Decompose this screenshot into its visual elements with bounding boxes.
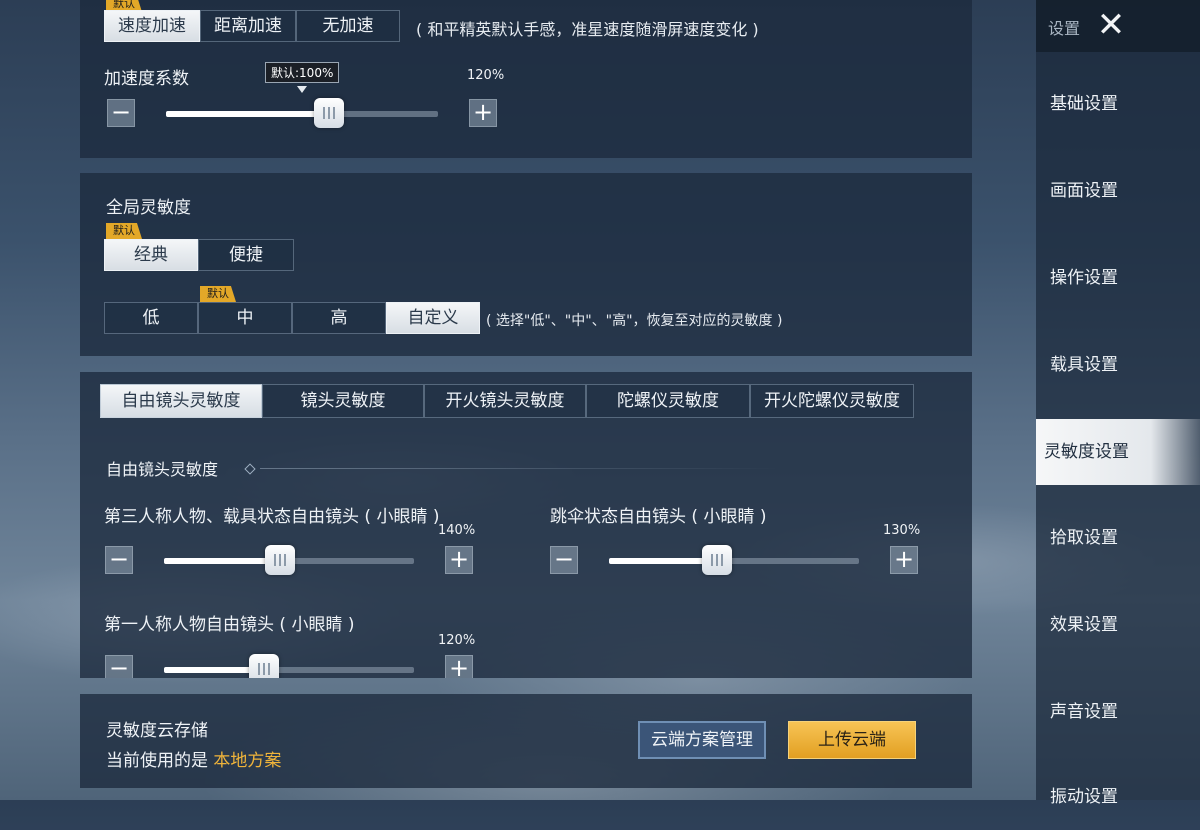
sidebar-item-sensitivity[interactable]: 灵敏度设置 (1036, 419, 1200, 485)
mode-default-tag: 默认 (106, 223, 142, 239)
level-high-button[interactable]: 高 (292, 302, 386, 334)
diamond-icon (244, 463, 256, 475)
default-tooltip: 默认:100% (265, 62, 340, 83)
accel-option-distance[interactable]: 距离加速 (200, 10, 296, 42)
mode-quick-button[interactable]: 便捷 (198, 239, 294, 271)
level-hint: ( 选择"低"、"中"、"高"，恢复至对应的灵敏度 ) (486, 313, 783, 329)
cloud-manage-button[interactable]: 云端方案管理 (638, 721, 766, 759)
third-person-value: 140% (438, 523, 476, 538)
sidebar-item-controls[interactable]: 操作设置 (1036, 245, 1200, 311)
tab-camera[interactable]: 镜头灵敏度 (262, 384, 424, 418)
level-mid-button[interactable]: 中 (198, 302, 292, 334)
global-sensitivity-panel: 全局灵敏度 默认 经典 便捷 默认 低 中 高 自定义 ( 选择"低"、"中"、… (80, 173, 972, 356)
upload-cloud-button[interactable]: 上传云端 (788, 721, 916, 759)
sidebar-header: 设置 ✕ (1036, 0, 1200, 52)
cloud-storage-panel: 灵敏度云存储 当前使用的是 本地方案 云端方案管理 上传云端 (80, 694, 972, 788)
accel-option-none[interactable]: 无加速 (296, 10, 400, 42)
parachute-slider-fill (609, 558, 717, 564)
current-plan-link[interactable]: 本地方案 (213, 751, 281, 771)
third-person-label: 第三人称人物、载具状态自由镜头 ( 小眼睛 ) (104, 507, 440, 527)
sidebar-item-vibration[interactable]: 振动设置 (1036, 764, 1200, 830)
parachute-plus-button[interactable]: + (890, 546, 918, 574)
third-person-slider-fill (164, 558, 280, 564)
minus-icon: − (110, 98, 132, 126)
sidebar-item-pickup[interactable]: 拾取设置 (1036, 505, 1200, 571)
sidebar-item-basic[interactable]: 基础设置 (1036, 71, 1200, 137)
parachute-slider-thumb[interactable] (702, 545, 732, 575)
third-person-plus-button[interactable]: + (445, 546, 473, 574)
level-default-tag: 默认 (200, 286, 236, 302)
tab-fire-gyro[interactable]: 开火陀螺仪灵敏度 (750, 384, 914, 418)
accel-option-speed[interactable]: 速度加速 (104, 10, 200, 42)
first-person-value: 120% (438, 633, 476, 648)
minus-icon: − (553, 545, 575, 573)
minus-icon: − (108, 545, 130, 573)
accel-plus-button[interactable]: + (469, 99, 497, 127)
parachute-minus-button[interactable]: − (550, 546, 578, 574)
first-person-minus-button[interactable]: − (105, 655, 133, 678)
accel-value: 120% (467, 68, 505, 83)
plus-icon: + (448, 545, 470, 573)
level-custom-button[interactable]: 自定义 (386, 302, 480, 334)
tab-gyro[interactable]: 陀螺仪灵敏度 (586, 384, 750, 418)
sidebar-item-vehicle[interactable]: 载具设置 (1036, 332, 1200, 398)
close-icon[interactable]: ✕ (1094, 8, 1128, 42)
settings-sidebar: 设置 ✕ 基础设置 画面设置 操作设置 载具设置 灵敏度设置 拾取设置 效果设置… (1036, 0, 1200, 807)
third-person-minus-button[interactable]: − (105, 546, 133, 574)
sidebar-item-sound[interactable]: 声音设置 (1036, 679, 1200, 745)
parachute-slider[interactable] (609, 545, 859, 575)
cloud-title: 灵敏度云存储 (106, 721, 208, 741)
parachute-value: 130% (883, 523, 921, 538)
minus-icon: − (108, 654, 130, 678)
accel-minus-button[interactable]: − (107, 99, 135, 127)
parachute-label: 跳伞状态自由镜头 ( 小眼睛 ) (550, 507, 767, 527)
current-plan-prefix: 当前使用的是 (106, 751, 208, 771)
sidebar-title: 设置 (1048, 19, 1081, 38)
accel-coef-label: 加速度系数 (104, 69, 189, 89)
first-person-slider[interactable] (164, 654, 414, 678)
third-person-slider[interactable] (164, 545, 414, 575)
first-person-plus-button[interactable]: + (445, 655, 473, 678)
accel-slider-thumb[interactable] (314, 98, 344, 128)
plus-icon: + (893, 545, 915, 573)
camera-sensitivity-panel: 自由镜头灵敏度 镜头灵敏度 开火镜头灵敏度 陀螺仪灵敏度 开火陀螺仪灵敏度 自由… (80, 372, 972, 678)
sidebar-item-graphics[interactable]: 画面设置 (1036, 158, 1200, 224)
accel-slider-fill (166, 111, 329, 117)
tab-fire-camera[interactable]: 开火镜头灵敏度 (424, 384, 586, 418)
accel-hint: ( 和平精英默认手感，准星速度随滑屏速度变化 ) (416, 20, 759, 39)
first-person-label: 第一人称人物自由镜头 ( 小眼睛 ) (104, 615, 355, 635)
section-divider (260, 468, 780, 469)
free-camera-section-title: 自由镜头灵敏度 (106, 460, 219, 479)
third-person-slider-thumb[interactable] (265, 545, 295, 575)
sidebar-item-effects[interactable]: 效果设置 (1036, 592, 1200, 658)
level-low-button[interactable]: 低 (104, 302, 198, 334)
first-person-slider-thumb[interactable] (249, 654, 279, 678)
global-title: 全局灵敏度 (106, 198, 191, 218)
plus-icon: + (448, 654, 470, 678)
current-plan-text: 当前使用的是 本地方案 (106, 746, 281, 771)
acceleration-panel: 默认 速度加速 距离加速 无加速 ( 和平精英默认手感，准星速度随滑屏速度变化 … (80, 0, 972, 158)
tab-free-camera[interactable]: 自由镜头灵敏度 (100, 384, 262, 418)
tooltip-pointer (297, 86, 307, 93)
plus-icon: + (472, 98, 494, 126)
accel-slider[interactable] (166, 98, 438, 128)
mode-classic-button[interactable]: 经典 (104, 239, 198, 271)
